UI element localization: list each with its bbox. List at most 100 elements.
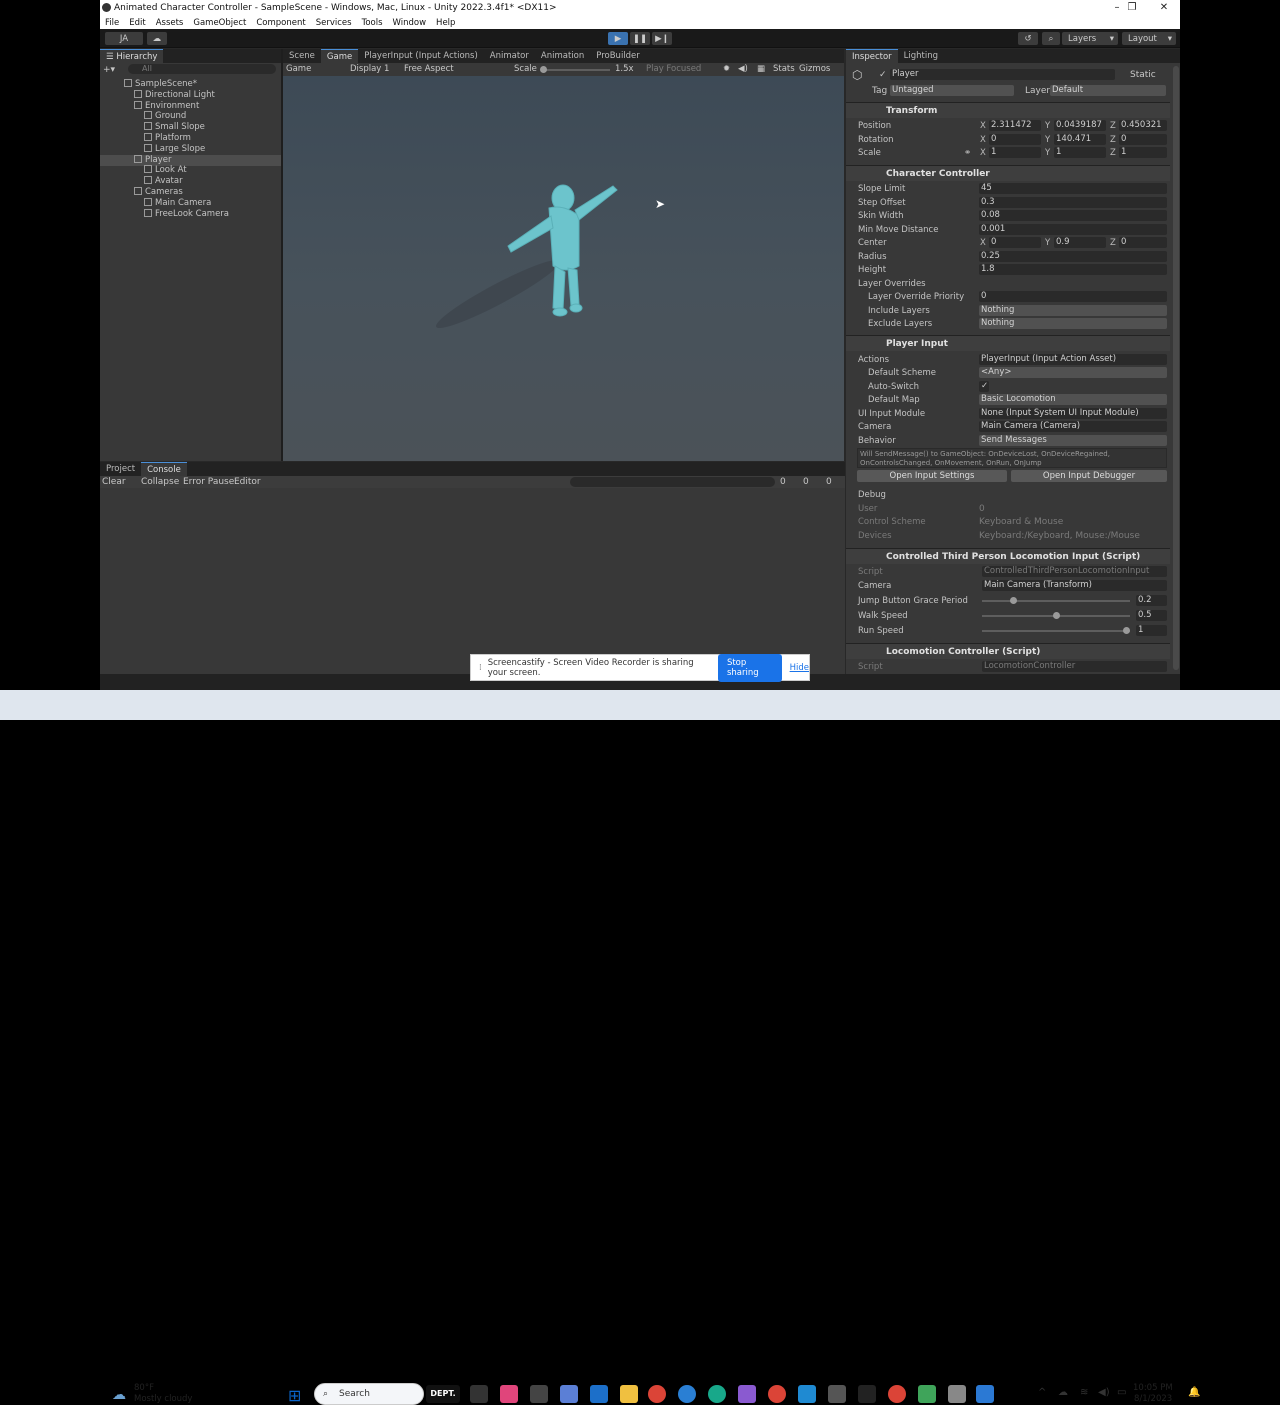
chrome-icon[interactable] xyxy=(648,1385,666,1403)
clock-date[interactable]: 8/1/2023 xyxy=(1134,1394,1172,1404)
menu-edit[interactable]: Edit xyxy=(124,18,150,28)
step-button[interactable]: ▶❙ xyxy=(652,32,672,45)
tab-scene[interactable]: Scene xyxy=(283,49,321,63)
weather-desc[interactable]: Mostly cloudy xyxy=(134,1394,192,1404)
debug-foldout[interactable]: Debug xyxy=(858,490,886,500)
hierarchy-item[interactable]: Directional Light xyxy=(100,89,281,101)
menu-help[interactable]: Help xyxy=(431,18,460,28)
stats-button[interactable]: Stats xyxy=(773,64,795,74)
game-mode-dropdown[interactable]: Game xyxy=(286,64,311,74)
tab-hierarchy[interactable]: ☰ Hierarchy xyxy=(100,49,164,63)
center-y[interactable]: 0.9 xyxy=(1054,237,1106,248)
unity-hub-icon[interactable] xyxy=(828,1385,846,1403)
run-speed-slider[interactable] xyxy=(982,630,1130,632)
dept-app-icon[interactable]: DEPT. xyxy=(426,1385,460,1403)
open-input-debugger-button[interactable]: Open Input Debugger xyxy=(1011,470,1167,482)
error-count[interactable]: 0 xyxy=(826,477,832,487)
unity-icon[interactable] xyxy=(858,1385,876,1403)
cloud-icon[interactable]: ☁ xyxy=(1058,1387,1068,1398)
jump-grace-field[interactable]: 0.2 xyxy=(1136,595,1167,606)
active-checkbox[interactable]: ✓ xyxy=(879,70,887,80)
layers-dropdown[interactable]: Layers ▾ xyxy=(1062,32,1118,45)
step-offset-field[interactable]: 0.3 xyxy=(979,197,1167,208)
inspector-scrollbar[interactable] xyxy=(1173,66,1179,670)
layout-dropdown[interactable]: Layout ▾ xyxy=(1122,32,1176,45)
vscode-icon[interactable] xyxy=(798,1385,816,1403)
wifi-icon[interactable]: ≋ xyxy=(1080,1387,1088,1398)
ctpli-camera-field[interactable]: Main Camera (Transform) xyxy=(982,580,1167,591)
teams-icon[interactable] xyxy=(560,1385,578,1403)
tab-probuilder[interactable]: ProBuilder xyxy=(590,49,646,63)
hierarchy-item[interactable]: Ground xyxy=(100,111,281,122)
scale-z[interactable]: 1 xyxy=(1119,147,1167,158)
tab-lighting[interactable]: Lighting xyxy=(898,49,944,63)
close-button[interactable]: ✕ xyxy=(1157,1,1171,15)
character-controller-header[interactable]: Character Controller xyxy=(846,165,1170,181)
stop-sharing-button[interactable]: Stop sharing xyxy=(717,653,782,682)
tab-animation[interactable]: Animation xyxy=(535,49,590,63)
taskbar-search[interactable]: ⌕ Search xyxy=(314,1383,424,1405)
aspect-dropdown[interactable]: Free Aspect xyxy=(404,64,454,74)
menu-component[interactable]: Component xyxy=(251,18,310,28)
center-x[interactable]: 0 xyxy=(989,237,1041,248)
add-button[interactable]: +▾ xyxy=(103,65,123,75)
edge-icon[interactable] xyxy=(708,1385,726,1403)
default-map-dropdown[interactable]: Basic Locomotion xyxy=(979,394,1167,405)
walk-speed-knob[interactable] xyxy=(1052,612,1060,619)
chevron-up-icon[interactable]: ^ xyxy=(1038,1387,1046,1398)
tag-dropdown[interactable]: Untagged xyxy=(890,85,1014,96)
ctpli-header[interactable]: Controlled Third Person Locomotion Input… xyxy=(846,548,1170,564)
hierarchy-item[interactable]: FreeLook Camera xyxy=(100,208,281,220)
paint-icon[interactable] xyxy=(976,1385,994,1403)
game-view[interactable]: ➤ xyxy=(283,76,844,461)
hierarchy-item[interactable]: Main Camera xyxy=(100,197,281,209)
default-scheme-dropdown[interactable]: <Any> xyxy=(979,367,1167,378)
volume-icon[interactable]: ◀) xyxy=(1098,1387,1110,1398)
hierarchy-item[interactable]: Look At xyxy=(100,165,281,176)
menu-services[interactable]: Services xyxy=(311,18,357,28)
behavior-dropdown[interactable]: Send Messages xyxy=(979,435,1167,446)
tab-console[interactable]: Console xyxy=(141,462,187,476)
store-icon[interactable] xyxy=(590,1385,608,1403)
hierarchy-search-input[interactable]: All xyxy=(128,64,276,74)
walk-speed-field[interactable]: 0.5 xyxy=(1136,610,1167,621)
history-icon[interactable]: ↺ xyxy=(1018,32,1038,45)
static-toggle[interactable]: Static xyxy=(1130,70,1156,80)
object-name-field[interactable]: Player xyxy=(890,69,1115,80)
scale-slider-knob[interactable] xyxy=(540,66,547,73)
camera-field[interactable]: Main Camera (Camera) xyxy=(979,421,1167,432)
layer-overrides-foldout[interactable]: Layer Overrides xyxy=(858,279,926,289)
display-dropdown[interactable]: Display 1 xyxy=(350,64,389,74)
notes-icon[interactable] xyxy=(918,1385,936,1403)
error-pause-button[interactable]: Error Pause xyxy=(183,477,234,487)
link-icon[interactable]: ⚭ xyxy=(964,148,971,158)
app-d-icon[interactable] xyxy=(530,1385,548,1403)
include-layers-dropdown[interactable]: Nothing xyxy=(979,305,1167,316)
hide-button[interactable]: Hide xyxy=(790,663,809,673)
menu-tools[interactable]: Tools xyxy=(357,18,388,28)
console-search-input[interactable] xyxy=(570,477,775,487)
clock-time[interactable]: 10:05 PM xyxy=(1133,1383,1173,1393)
ui-input-module-field[interactable]: None (Input System UI Input Module) xyxy=(979,408,1167,419)
override-priority-field[interactable]: 0 xyxy=(979,291,1167,302)
audio-icon[interactable]: ◀) xyxy=(738,64,748,74)
notification-icon[interactable]: 🔔 xyxy=(1188,1387,1200,1398)
position-y[interactable]: 0.0439187 xyxy=(1054,120,1106,131)
rotation-x[interactable]: 0 xyxy=(989,134,1041,145)
menu-gameobject[interactable]: GameObject xyxy=(188,18,251,28)
hierarchy-item[interactable]: Player xyxy=(100,154,281,166)
menu-file[interactable]: File xyxy=(100,18,124,28)
gizmos-dropdown[interactable]: Gizmos xyxy=(799,64,830,74)
visual-studio-icon[interactable] xyxy=(738,1385,756,1403)
bug-icon[interactable]: ✹ xyxy=(723,64,730,74)
position-x[interactable]: 2.311472 xyxy=(989,120,1041,131)
chrome-icon[interactable] xyxy=(768,1385,786,1403)
menu-window[interactable]: Window xyxy=(388,18,432,28)
play-button[interactable]: ▶ xyxy=(608,32,628,45)
scale-slider[interactable] xyxy=(542,69,610,71)
minimize-button[interactable]: – xyxy=(1110,1,1124,15)
jump-grace-slider[interactable] xyxy=(982,600,1130,602)
center-z[interactable]: 0 xyxy=(1119,237,1167,248)
transform-header[interactable]: Transform xyxy=(846,102,1170,118)
weather-icon[interactable]: ☁ xyxy=(112,1387,126,1403)
